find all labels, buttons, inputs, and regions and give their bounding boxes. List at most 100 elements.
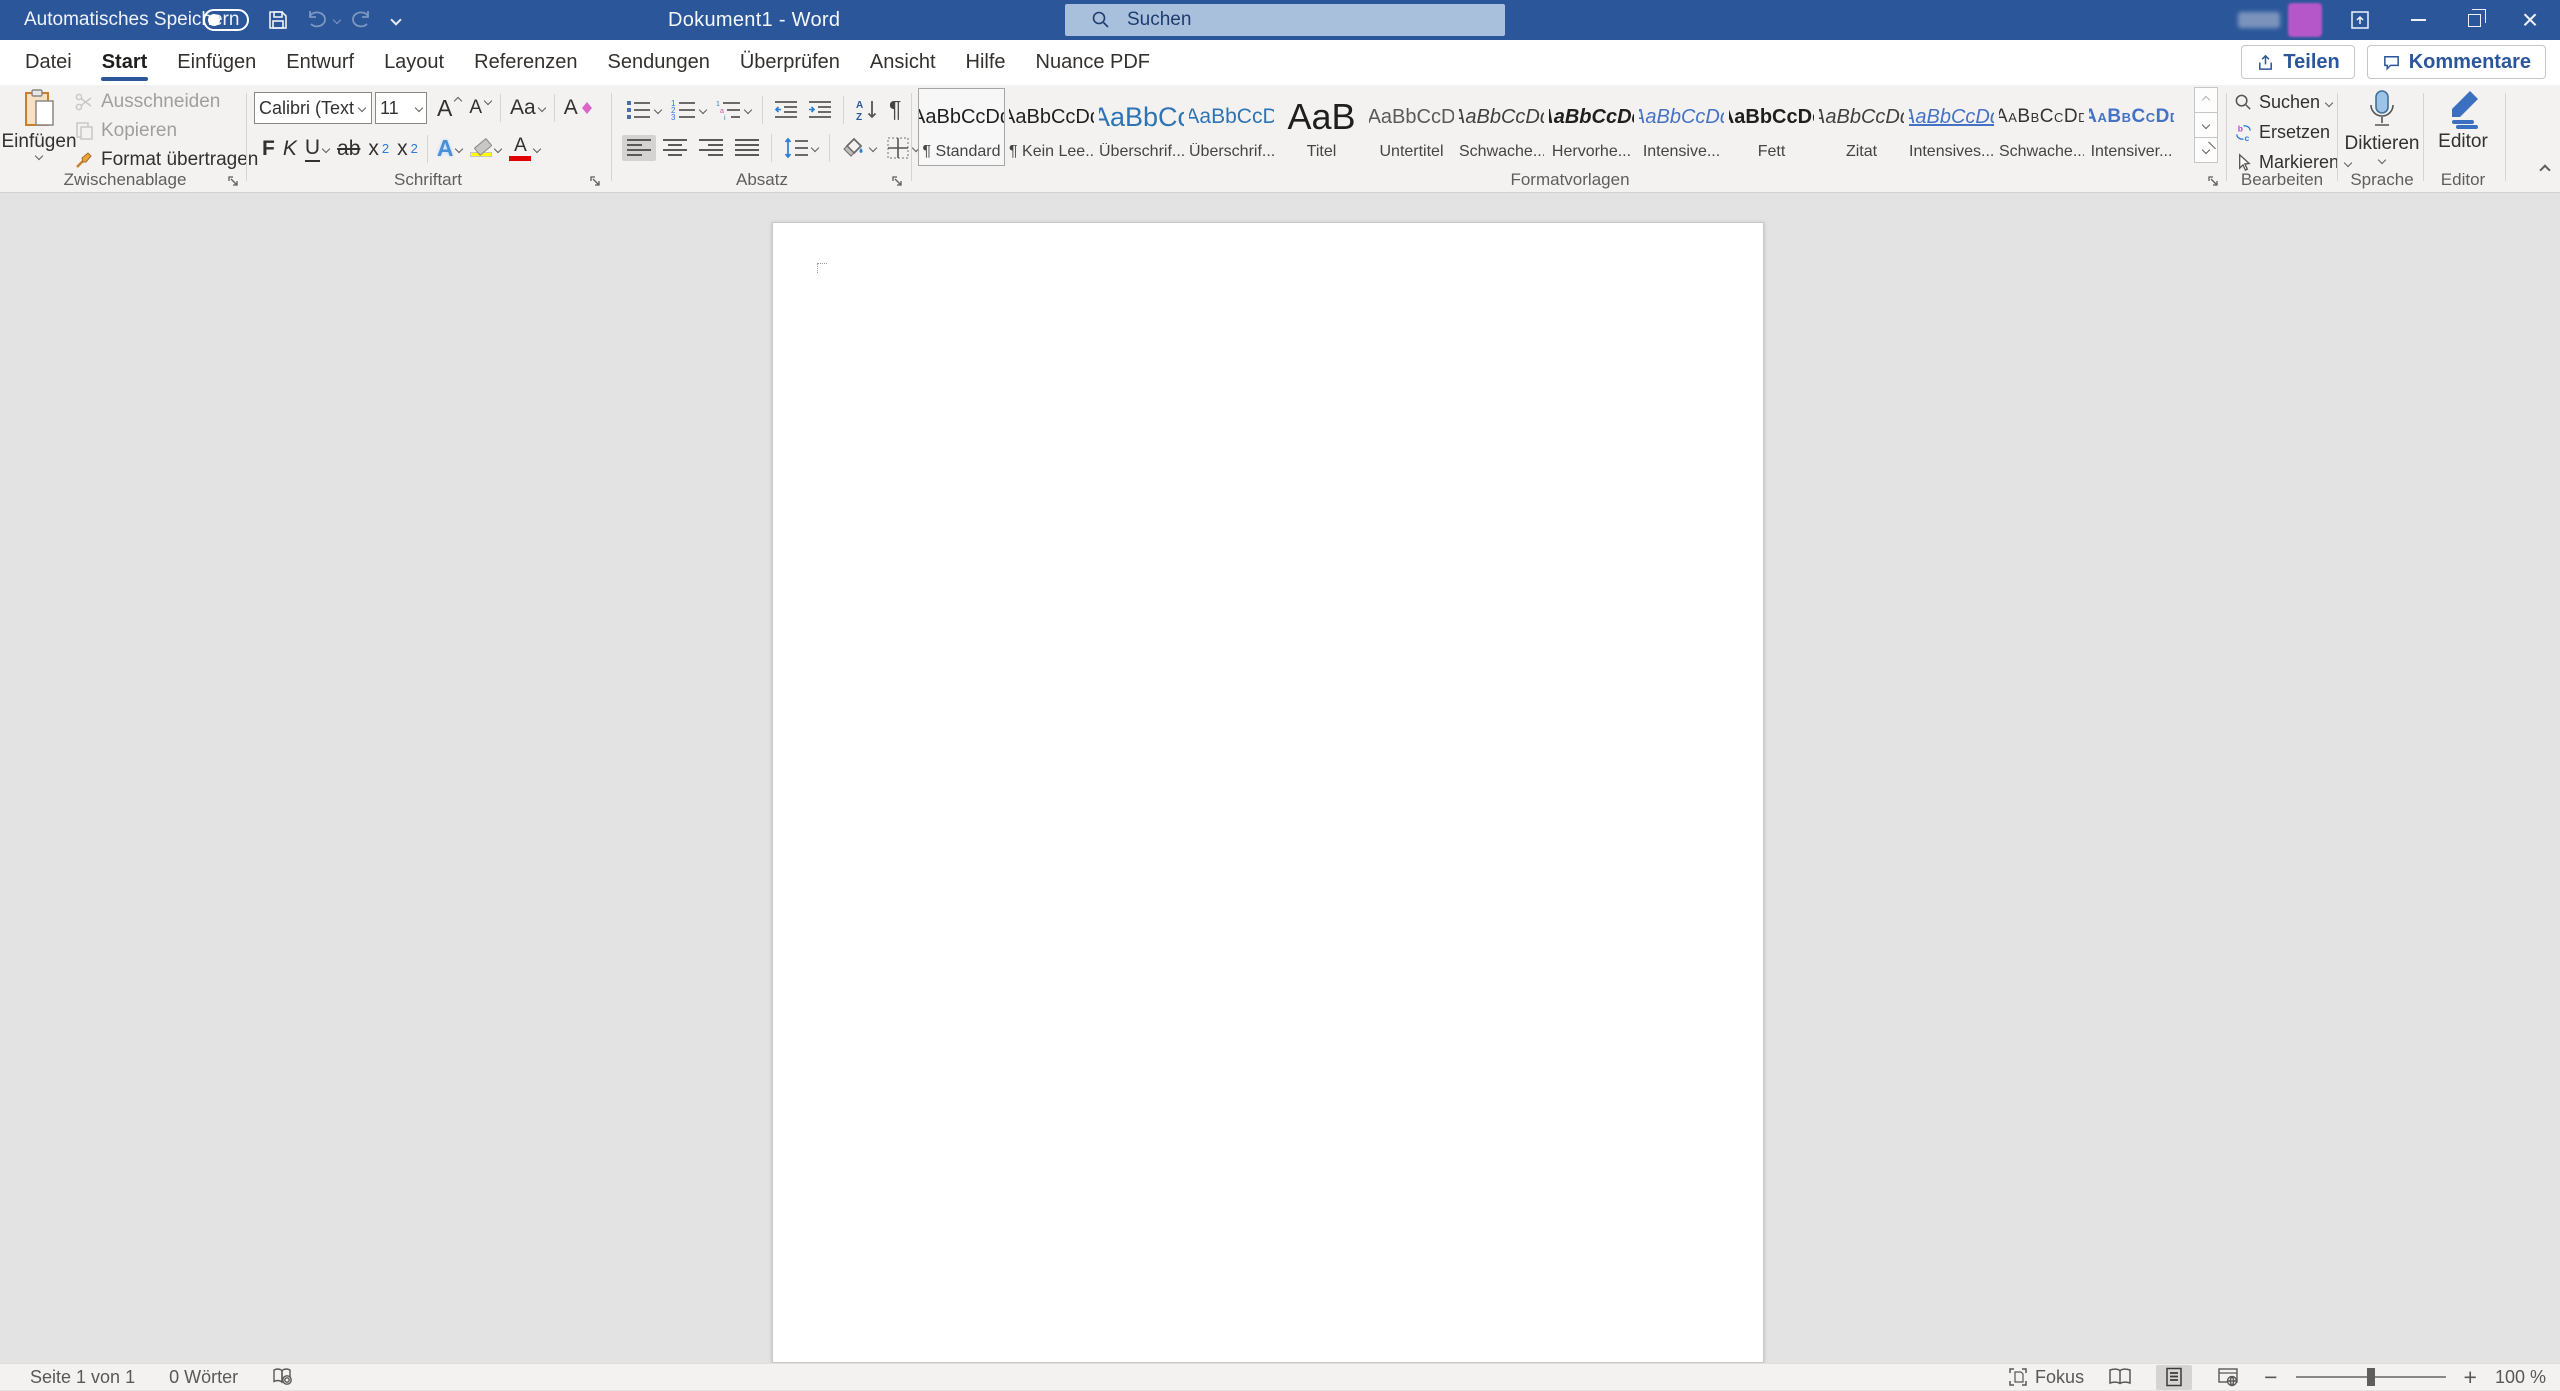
strikethrough-button[interactable]: ab <box>333 135 364 163</box>
font-color-button[interactable]: A <box>505 134 544 163</box>
style-intensiver-verweis[interactable]: AaBbCcDdIntensiver... <box>2088 88 2175 166</box>
font-size-chevron <box>415 104 423 112</box>
autosave-toggle[interactable] <box>203 0 249 40</box>
underline-button[interactable]: U <box>301 134 333 164</box>
grow-font-button[interactable]: A <box>433 93 465 124</box>
styles-scroll-down-button[interactable] <box>2194 112 2218 138</box>
styles-more-button[interactable] <box>2194 137 2218 163</box>
page-count[interactable]: Seite 1 von 1 <box>30 1367 135 1388</box>
increase-indent-button[interactable] <box>804 97 836 123</box>
tab-ansicht[interactable]: Ansicht <box>855 40 951 85</box>
shading-button[interactable] <box>837 134 880 162</box>
focus-button[interactable]: Fokus <box>2008 1367 2084 1388</box>
dictate-button[interactable]: Diktieren <box>2343 89 2421 163</box>
tab-einfuegen[interactable]: Einfügen <box>162 40 271 85</box>
superscript-button[interactable]: x2 <box>393 135 422 163</box>
avatar[interactable] <box>2288 3 2322 37</box>
style-intensive-hervorhebung[interactable]: AaBbCcDdIntensive... <box>1638 88 1725 166</box>
style-untertitel[interactable]: AaBbCcDUntertitel <box>1368 88 1455 166</box>
zoom-slider-handle[interactable] <box>2367 1368 2375 1386</box>
style-kein-leerraum[interactable]: AaBbCcDd¶ Kein Lee... <box>1008 88 1095 166</box>
ribbon-display-options-button[interactable] <box>2338 0 2382 40</box>
style-ueberschrift-2[interactable]: AaBbCcDÜberschrif... <box>1188 88 1275 166</box>
style-intensives-zitat[interactable]: AaBbCcDdIntensives... <box>1908 88 1995 166</box>
font-name-chevron <box>358 104 366 112</box>
search-input[interactable]: Suchen <box>1065 4 1505 36</box>
minimize-button[interactable] <box>2396 0 2440 40</box>
font-dialog-launcher[interactable] <box>589 175 602 188</box>
web-layout-button[interactable] <box>2210 1365 2246 1390</box>
chevron-up-icon <box>2202 96 2210 104</box>
tab-hilfe[interactable]: Hilfe <box>951 40 1021 85</box>
clipboard-dialog-launcher[interactable] <box>227 175 240 188</box>
tab-start[interactable]: Start <box>87 40 163 85</box>
style-titel[interactable]: AaBTitel <box>1278 88 1365 166</box>
restore-button[interactable] <box>2452 0 2496 40</box>
bold-button[interactable]: F <box>258 135 279 163</box>
style-schwache-hervorhebung[interactable]: AaBbCcDdSchwache... <box>1458 88 1545 166</box>
find-button[interactable]: Suchen <box>2234 92 2351 113</box>
align-right-button[interactable] <box>694 135 728 161</box>
group-label-clipboard: Zwischenablage <box>8 170 242 190</box>
style-fett[interactable]: AaBbCcDcFett <box>1728 88 1815 166</box>
read-mode-button[interactable] <box>2102 1365 2138 1390</box>
print-layout-button[interactable] <box>2156 1365 2192 1390</box>
clear-formatting-button[interactable]: A <box>560 94 597 122</box>
style-zitat[interactable]: AaBbCcDdZitat <box>1818 88 1905 166</box>
close-button[interactable]: × <box>2508 0 2552 40</box>
qat-customize-button[interactable] <box>392 0 400 40</box>
style-sample: AaBbCcDd <box>1909 91 1994 143</box>
zoom-level[interactable]: 100 % <box>2495 1367 2546 1388</box>
comments-button[interactable]: Kommentare <box>2367 45 2546 79</box>
editor-button[interactable]: Editor <box>2429 89 2497 153</box>
text-effects-button[interactable]: A <box>433 133 467 164</box>
style-standard[interactable]: AaBbCcDd¶ Standard <box>918 88 1005 166</box>
bullet-list-button[interactable] <box>622 97 665 123</box>
highlight-button[interactable] <box>466 139 505 159</box>
zoom-in-button[interactable]: + <box>2464 1364 2477 1391</box>
line-spacing-button[interactable] <box>779 134 822 162</box>
share-button[interactable]: Teilen <box>2241 45 2354 79</box>
group-editing: Suchen b c Ersetzen Markieren Bearbeiten <box>2232 85 2332 192</box>
styles-dialog-launcher[interactable] <box>2207 175 2220 188</box>
multilevel-list-button[interactable]: 1ai <box>712 97 755 123</box>
word-count[interactable]: 0 Wörter <box>169 1367 238 1388</box>
tab-sendungen[interactable]: Sendungen <box>593 40 725 85</box>
ribbon: Einfügen Ausschneiden Kopieren <box>0 85 2560 193</box>
tab-ueberpruefen[interactable]: Überprüfen <box>725 40 855 85</box>
justify-button[interactable] <box>730 135 764 161</box>
show-formatting-marks-button[interactable]: ¶ <box>885 94 905 125</box>
tab-datei[interactable]: Datei <box>10 40 87 85</box>
change-case-button[interactable]: Aa <box>506 94 549 122</box>
style-hervorhebung[interactable]: AaBbCcDdHervorhe... <box>1548 88 1635 166</box>
style-ueberschrift-1[interactable]: AaBbCcÜberschrif... <box>1098 88 1185 166</box>
tab-nuance-pdf[interactable]: Nuance PDF <box>1021 40 1166 85</box>
numbered-list-button[interactable]: 123 <box>667 97 710 123</box>
tab-layout[interactable]: Layout <box>369 40 459 85</box>
tab-entwurf[interactable]: Entwurf <box>271 40 369 85</box>
save-button[interactable] <box>266 0 290 40</box>
borders-button[interactable] <box>882 134 923 162</box>
shrink-font-button[interactable]: A <box>465 95 495 121</box>
subscript-button[interactable]: x2 <box>364 135 393 163</box>
sort-button[interactable]: A Z <box>851 96 883 124</box>
italic-button[interactable]: K <box>279 135 301 163</box>
paste-button[interactable]: Einfügen <box>12 89 66 173</box>
replace-button[interactable]: b c Ersetzen <box>2234 122 2351 143</box>
group-divider <box>246 93 247 181</box>
collapse-ribbon-button[interactable] <box>2534 157 2556 179</box>
proofing-status[interactable] <box>272 1367 294 1387</box>
tab-referenzen[interactable]: Referenzen <box>459 40 592 85</box>
style-schwacher-verweis[interactable]: AaBbCcDdSchwache... <box>1998 88 2085 166</box>
zoom-slider[interactable] <box>2296 1376 2446 1378</box>
document-area[interactable] <box>0 194 2560 1363</box>
document-page[interactable] <box>772 222 1764 1363</box>
align-left-button[interactable] <box>622 135 656 161</box>
zoom-out-button[interactable]: − <box>2264 1364 2277 1391</box>
decrease-indent-button[interactable] <box>770 97 802 123</box>
font-name-combobox[interactable]: Calibri (Textk <box>254 92 372 124</box>
format-painter-button[interactable]: Format übertragen <box>74 149 258 171</box>
paragraph-dialog-launcher[interactable] <box>891 175 904 188</box>
font-size-combobox[interactable]: 11 <box>375 92 427 124</box>
align-center-button[interactable] <box>658 135 692 161</box>
